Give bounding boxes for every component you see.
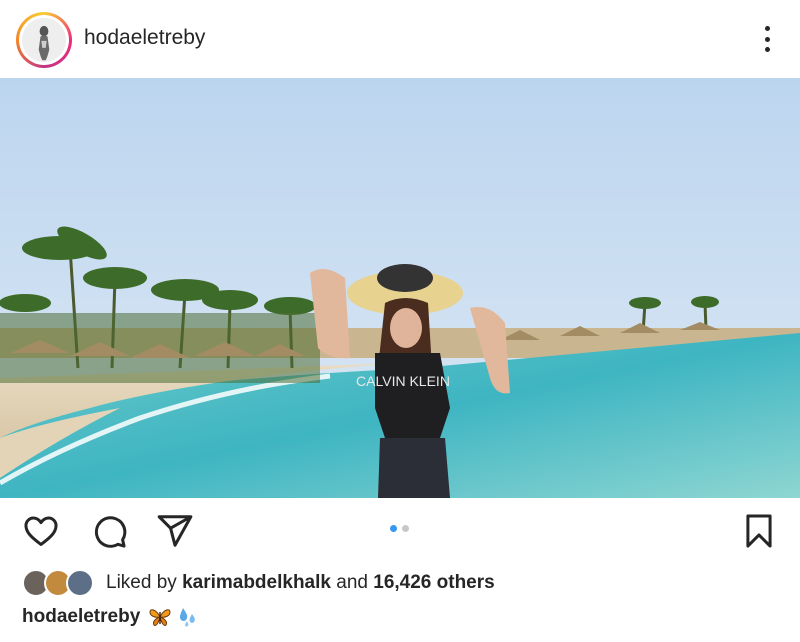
likes-connector: and [336, 572, 368, 593]
post-caption: hodaeletreby [22, 606, 202, 628]
sweat-droplets-emoji [175, 606, 199, 628]
carousel-indicator [390, 525, 409, 532]
beach-photo: CALVIN KLEIN [0, 78, 800, 498]
heart-icon[interactable] [22, 512, 60, 550]
carousel-dot [402, 525, 409, 532]
comment-bubble-icon[interactable] [90, 512, 128, 550]
avatar-image [22, 18, 66, 62]
post-photo[interactable]: CALVIN KLEIN [0, 78, 800, 498]
likes-text: Liked by karimabdelkhalk and 16,426 othe… [106, 572, 495, 594]
likes-count[interactable]: 16,426 others [373, 572, 494, 593]
post-actions [0, 498, 800, 564]
post-header: hodaeletreby [0, 0, 800, 78]
paper-plane-icon[interactable] [156, 512, 194, 550]
post-username[interactable]: hodaeletreby [84, 26, 205, 50]
likes-row[interactable]: Liked by karimabdelkhalk and 16,426 othe… [22, 568, 495, 598]
butterfly-emoji [148, 606, 172, 628]
swimsuit-text: CALVIN KLEIN [356, 373, 450, 389]
liker-avatars [22, 569, 94, 597]
likes-prefix: Liked by [106, 572, 177, 593]
carousel-dot-active [390, 525, 397, 532]
profile-avatar[interactable] [16, 12, 72, 68]
caption-username[interactable]: hodaeletreby [22, 606, 140, 628]
liker-avatar [66, 569, 94, 597]
bookmark-icon[interactable] [740, 512, 778, 550]
liked-by-username[interactable]: karimabdelkhalk [182, 572, 331, 593]
more-options-icon[interactable] [752, 22, 782, 56]
